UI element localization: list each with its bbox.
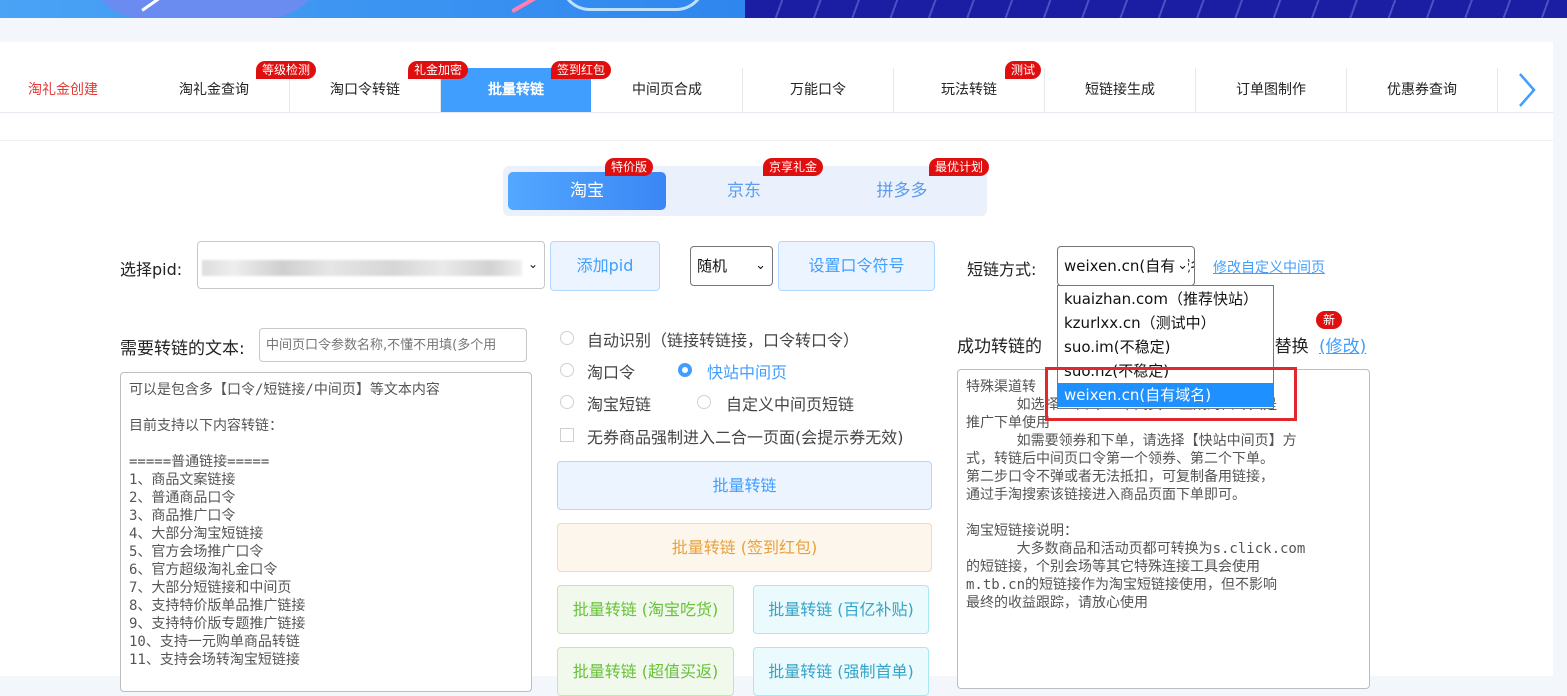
main-panel: 淘礼金创建 淘礼金查询 淘口令转链 批量转链 中间页合成 万能口令 玩法转链 短…: [0, 42, 1553, 696]
highlight-frame: [1045, 367, 1297, 421]
badge-redpack: 签到红包: [551, 61, 612, 79]
badge-tejia: 特价版: [605, 158, 654, 176]
top-banner: [0, 0, 1567, 18]
option-custom-mid-label: 自定义中间页短链: [726, 395, 855, 414]
batch-subsidy-button[interactable]: 批量转链 (百亿补贴): [753, 585, 929, 634]
dropdown-option[interactable]: kzurlxx.cn（测试中）: [1058, 311, 1273, 335]
platform-switch: 淘宝 京东 拼多多: [503, 166, 987, 216]
pid-label: 选择pid:: [120, 260, 183, 279]
platform-jd[interactable]: 京东: [666, 172, 822, 210]
chevron-right-icon[interactable]: [1516, 72, 1538, 113]
batch-first-order-button[interactable]: 批量转链 (强制首单): [753, 647, 929, 696]
option-tkl-label: 淘口令: [587, 363, 636, 382]
radio-tkl[interactable]: [560, 363, 574, 377]
tab-lijin-create[interactable]: 淘礼金创建: [0, 68, 138, 112]
edit-custom-midpage-link[interactable]: 修改自定义中间页: [1213, 257, 1325, 277]
output-replace-label: ]替换: [1268, 337, 1309, 357]
chevron-down-icon: ⌄: [527, 257, 538, 271]
radio-kuaizhan[interactable]: [678, 363, 692, 377]
badge-test: 测试: [1005, 61, 1042, 79]
radio-auto[interactable]: [560, 331, 574, 345]
output-label: 成功转链的: [957, 337, 1042, 357]
batch-cashback-button[interactable]: 批量转链 (超值买返): [557, 647, 734, 696]
random-select-value: 随机: [697, 257, 728, 275]
banner-right: [745, 0, 1567, 18]
set-symbol-button[interactable]: 设置口令符号: [778, 241, 935, 291]
nav-divider: [0, 140, 1553, 141]
banner-decoration: [560, 0, 706, 11]
radio-custom-mid[interactable]: [697, 395, 711, 409]
random-select[interactable]: 随机 ⌄: [690, 246, 773, 286]
dropdown-option[interactable]: suo.im(不稳定): [1058, 335, 1273, 359]
tab-universal-code[interactable]: 万能口令: [743, 68, 894, 112]
option-auto-label: 自动识别（链接转链接，口令转口令）: [587, 331, 860, 350]
output-edit-link[interactable]: (修改): [1319, 332, 1366, 357]
badge-grade: 等级检测: [256, 61, 317, 79]
add-pid-button[interactable]: 添加pid: [550, 241, 660, 291]
tab-order-image[interactable]: 订单图制作: [1196, 68, 1347, 112]
pid-select[interactable]: ⌄: [197, 241, 545, 289]
force-checkbox-label: 无券商品强制进入二合一页面(会提示券无效): [587, 428, 904, 447]
option-taobao-short-label: 淘宝短链: [587, 395, 652, 414]
badge-encrypt: 礼金加密: [408, 61, 469, 79]
chevron-down-icon: ⌄: [1175, 247, 1188, 285]
radio-taobao-short[interactable]: [560, 395, 574, 409]
param-name-input[interactable]: [259, 328, 527, 362]
input-text-label: 需要转链的文本:: [120, 339, 245, 359]
tab-mid-page[interactable]: 中间页合成: [592, 68, 743, 112]
batch-food-button[interactable]: 批量转链 (淘宝吃货): [557, 585, 734, 634]
badge-jingxiang: 京享礼金: [763, 158, 824, 176]
source-text-area[interactable]: 可以是包含多【口令/短链接/中间页】等文本内容 目前支持以下内容转链： ====…: [120, 372, 532, 692]
tab-coupon-query[interactable]: 优惠券查询: [1347, 68, 1498, 112]
new-badge: 新: [1316, 311, 1343, 329]
option-kuaizhan-label: 快站中间页: [707, 363, 788, 382]
shortlink-label: 短链方式:: [967, 260, 1037, 279]
shortlink-select[interactable]: weixen.cn(自有域名) ⌄: [1057, 246, 1195, 286]
platform-pdd[interactable]: 拼多多: [822, 172, 982, 210]
badge-best-plan: 最优计划: [929, 158, 990, 176]
tab-shortlink-gen[interactable]: 短链接生成: [1045, 68, 1196, 112]
nav-divider: [0, 112, 1553, 113]
chevron-down-icon: ⌄: [755, 258, 766, 273]
force-checkbox[interactable]: [560, 428, 574, 442]
batch-convert-button[interactable]: 批量转链: [557, 461, 932, 510]
pid-value-blurred: [202, 260, 522, 276]
dropdown-option[interactable]: kuaizhan.com（推荐快站）: [1058, 287, 1273, 311]
batch-redpack-button[interactable]: 批量转链 (签到红包): [557, 523, 932, 572]
platform-taobao[interactable]: 淘宝: [508, 172, 666, 210]
